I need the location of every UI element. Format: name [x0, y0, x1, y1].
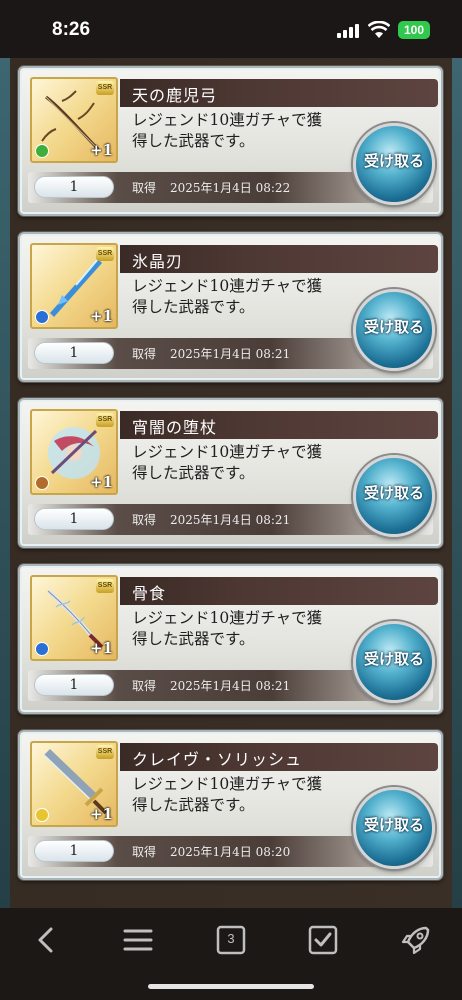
receive-button[interactable]: 受け取る — [353, 289, 435, 371]
quantity-pill: 1 — [34, 176, 114, 198]
receive-button[interactable]: 受け取る — [353, 455, 435, 537]
home-indicator — [148, 984, 314, 989]
cellular-signal-icon — [337, 22, 361, 38]
acquired-date: 2025年1月4日 08:22 — [170, 181, 291, 195]
acquired-date: 2025年1月4日 08:21 — [170, 513, 291, 527]
receive-button[interactable]: 受け取る — [353, 621, 435, 703]
quantity-pill: 1 — [34, 840, 114, 862]
item-name: 骨食 — [132, 584, 167, 603]
item-description: レジェンド10連ガチャで獲 得した武器です。 — [132, 111, 323, 150]
quantity-pill: 1 — [34, 508, 114, 530]
item-name: 宵闇の堕杖 — [132, 418, 218, 437]
item-title-bar: 宵闇の堕杖 — [120, 411, 438, 439]
plus-label: +1 — [89, 805, 113, 823]
water-element-icon — [35, 310, 49, 324]
status-time: 8:26 — [52, 19, 91, 40]
plus-label: +1 — [89, 307, 113, 325]
tabs-count: 3 — [227, 931, 235, 946]
rarity-badge: SSR — [96, 579, 114, 593]
battery-icon: 100 — [398, 21, 430, 39]
rarity-badge: SSR — [96, 247, 114, 261]
item-title-bar: 天の鹿児弓 — [120, 79, 438, 107]
acquired-date: 2025年1月4日 08:20 — [170, 845, 291, 859]
item-description: レジェンド10連ガチャで獲 得した武器です。 — [132, 609, 323, 648]
gift-card: SSR +1 クレイヴ・ソリッシュ レジェンド10連ガチャで獲 得した武器です。 … — [18, 730, 443, 880]
rarity-badge: SSR — [96, 81, 114, 95]
acquired-label: 取得 — [132, 181, 157, 195]
frame-right — [452, 58, 462, 908]
item-title-bar: 骨食 — [120, 577, 438, 605]
acquired-label: 取得 — [132, 679, 157, 693]
menu-icon[interactable] — [118, 920, 158, 960]
status-bar: 8:26 100 — [0, 0, 462, 58]
quantity-pill: 1 — [34, 342, 114, 364]
checkbox-icon[interactable] — [303, 920, 343, 960]
item-name: 天の鹿児弓 — [132, 86, 218, 105]
tabs-button[interactable]: 3 — [211, 920, 251, 960]
gift-card: SSR +1 宵闇の堕杖 レジェンド10連ガチャで獲 得した武器です。 1 取得 … — [18, 398, 443, 548]
item-description: レジェンド10連ガチャで獲 得した武器です。 — [132, 277, 323, 316]
wind-element-icon — [35, 144, 49, 158]
acquired-label: 取得 — [132, 513, 157, 527]
acquired-label: 取得 — [132, 845, 157, 859]
water-element-icon — [35, 642, 49, 656]
bow-icon: SSR +1 — [30, 77, 118, 163]
wifi-icon — [368, 21, 390, 38]
receive-button[interactable]: 受け取る — [353, 787, 435, 869]
item-name: クレイヴ・ソリッシュ — [132, 750, 303, 769]
plus-label: +1 — [89, 473, 113, 491]
katana-icon: SSR +1 — [30, 575, 118, 661]
quantity-pill: 1 — [34, 674, 114, 696]
earth-element-icon — [35, 476, 49, 490]
greatsword-icon: SSR +1 — [30, 741, 118, 827]
item-name: 氷晶刃 — [132, 252, 184, 271]
gift-list: SSR +1 天の鹿児弓 レジェンド10連ガチャで獲 得した武器です。 1 取得 … — [0, 58, 462, 908]
item-title-bar: 氷晶刃 — [120, 245, 438, 273]
gift-card: SSR +1 骨食 レジェンド10連ガチャで獲 得した武器です。 1 取得 202… — [18, 564, 443, 714]
rarity-badge: SSR — [96, 745, 114, 759]
plus-label: +1 — [89, 639, 113, 657]
item-description: レジェンド10連ガチャで獲 得した武器です。 — [132, 443, 323, 482]
receive-button[interactable]: 受け取る — [353, 123, 435, 205]
acquired-date: 2025年1月4日 08:21 — [170, 347, 291, 361]
frame-left — [0, 58, 10, 908]
ice-sword-icon: SSR +1 — [30, 243, 118, 329]
item-description: レジェンド10連ガチャで獲 得した武器です。 — [132, 775, 323, 814]
acquired-date: 2025年1月4日 08:21 — [170, 679, 291, 693]
acquired-label: 取得 — [132, 347, 157, 361]
item-title-bar: クレイヴ・ソリッシュ — [120, 743, 438, 771]
rarity-badge: SSR — [96, 413, 114, 427]
gift-card: SSR +1 天の鹿児弓 レジェンド10連ガチャで獲 得した武器です。 1 取得 … — [18, 66, 443, 216]
plus-label: +1 — [89, 141, 113, 159]
light-element-icon — [35, 808, 49, 822]
staff-icon: SSR +1 — [30, 409, 118, 495]
back-arrow-icon[interactable] — [26, 920, 66, 960]
rocket-icon[interactable] — [396, 920, 436, 960]
gift-card: SSR +1 氷晶刃 レジェンド10連ガチャで獲 得した武器です。 1 取得 20… — [18, 232, 443, 382]
